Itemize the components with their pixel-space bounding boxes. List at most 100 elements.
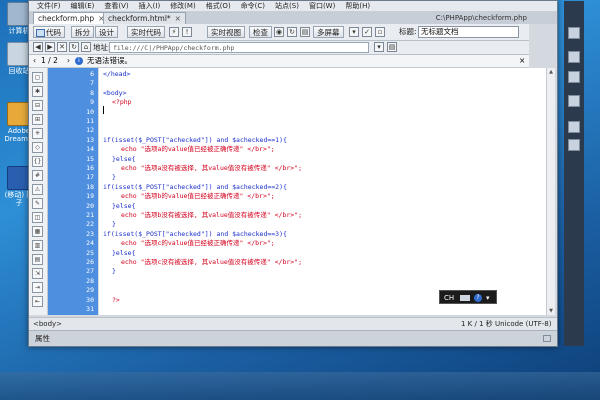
- panel-menu-icon[interactable]: [543, 335, 551, 342]
- code-line: }: [112, 173, 116, 182]
- refresh-icon[interactable]: ↻: [287, 27, 297, 37]
- files-panel-icon[interactable]: [568, 51, 580, 63]
- balance-braces-icon[interactable]: {}: [32, 156, 43, 167]
- outdent-icon[interactable]: ⇤: [32, 296, 43, 307]
- code-line: </head>: [103, 70, 131, 78]
- code-line: <?php: [112, 98, 132, 107]
- code-line: }else{: [112, 154, 136, 163]
- keyboard-icon: [460, 295, 470, 301]
- document-title-input[interactable]: 无标题文档: [418, 26, 519, 38]
- menu-window[interactable]: 窗口(W): [309, 1, 335, 11]
- language-bar[interactable]: CH ? ▾: [439, 290, 497, 304]
- line-number: 18: [86, 182, 94, 191]
- menu-format[interactable]: 格式(O): [206, 1, 231, 11]
- address-options-icon[interactable]: ▤: [387, 42, 397, 52]
- line-number: 17: [86, 173, 94, 182]
- language-label: CH: [444, 294, 455, 302]
- properties-label[interactable]: 属性: [35, 331, 50, 346]
- line-number: 29: [86, 286, 94, 295]
- back-icon[interactable]: ◀: [33, 42, 43, 52]
- forward-icon[interactable]: ▶: [45, 42, 55, 52]
- menu-help[interactable]: 帮助(H): [345, 1, 370, 11]
- menu-file[interactable]: 文件(F): [37, 1, 61, 11]
- design-view-button[interactable]: 设计: [95, 26, 118, 38]
- warning-icon[interactable]: !: [182, 27, 192, 37]
- code-view-button[interactable]: 代码: [33, 26, 65, 38]
- live-view-button[interactable]: 实时视图: [207, 26, 245, 38]
- scroll-up-icon[interactable]: ▲: [548, 69, 554, 75]
- highlight-invalid-code-icon[interactable]: ⚠: [32, 184, 43, 195]
- close-icon[interactable]: ×: [175, 14, 181, 23]
- tab-checkform-html[interactable]: checkform.html* ×: [103, 12, 186, 24]
- open-documents-icon[interactable]: ▢: [32, 72, 43, 83]
- view-options-icon[interactable]: ▤: [300, 27, 310, 37]
- vertical-scrollbar[interactable]: ▲ ▼: [546, 68, 555, 315]
- remove-comment-icon[interactable]: ▦: [32, 226, 43, 237]
- network-icon[interactable]: ⚡: [169, 27, 179, 37]
- prev-icon[interactable]: ‹: [33, 55, 36, 67]
- ap-elements-icon[interactable]: [568, 121, 580, 133]
- line-number: 14: [86, 145, 94, 154]
- options-icon[interactable]: ▾: [486, 291, 490, 305]
- code-line: if(isset($_POST["achecked"]) and $acheck…: [103, 135, 287, 144]
- chevron-down-icon[interactable]: ▾: [374, 42, 384, 52]
- apply-comment-icon[interactable]: ◫: [32, 212, 43, 223]
- indent-icon[interactable]: ⇥: [32, 282, 43, 293]
- stop-icon[interactable]: ✕: [57, 42, 67, 52]
- properties-panel: 属性: [29, 330, 557, 346]
- live-code-button[interactable]: 实时代码: [127, 26, 165, 38]
- close-icon[interactable]: ×: [519, 55, 525, 67]
- line-numbers-icon[interactable]: #: [32, 170, 43, 181]
- address-input[interactable]: file:///C|/PHPApp/checkform.php: [109, 42, 369, 53]
- tab-label: checkform.php: [38, 14, 95, 23]
- tab-checkform-php[interactable]: checkform.php ×: [33, 12, 110, 24]
- code-line: if(isset($_POST["achecked"]) and $acheck…: [103, 182, 287, 191]
- css-styles-icon[interactable]: [568, 95, 580, 107]
- menu-view[interactable]: 查看(V): [104, 1, 128, 11]
- next-icon[interactable]: ›: [67, 55, 70, 67]
- document-icon[interactable]: ▫: [375, 27, 385, 37]
- refresh-icon[interactable]: ↻: [69, 42, 79, 52]
- menu-insert[interactable]: 插入(I): [139, 1, 161, 11]
- line-number: 26: [86, 258, 94, 266]
- checkmark-icon[interactable]: ✓: [362, 27, 372, 37]
- collapse-tag-icon[interactable]: ⊟: [32, 100, 43, 111]
- code-editor[interactable]: </head> <body> <?php if(isset($_POST["achec…: [99, 68, 554, 315]
- wrap-tag-icon[interactable]: ▥: [32, 240, 43, 251]
- inspect-button[interactable]: 检查: [249, 26, 272, 38]
- insert-panel-icon[interactable]: [568, 27, 580, 39]
- snippets-icon[interactable]: [568, 139, 580, 151]
- line-number: 16: [86, 164, 94, 172]
- line-number: 6: [90, 70, 94, 78]
- move-css-icon[interactable]: ⇲: [32, 268, 43, 279]
- tag-selector[interactable]: <body>: [33, 318, 62, 330]
- select-parent-tag-icon[interactable]: ◇: [32, 142, 43, 153]
- syntax-message: 无语法错误。: [87, 56, 132, 65]
- chevron-down-icon[interactable]: ▾: [349, 27, 359, 37]
- show-code-navigator-icon[interactable]: ✱: [32, 86, 43, 97]
- line-number: 19: [86, 192, 94, 201]
- menu-edit[interactable]: 编辑(E): [71, 1, 95, 11]
- menu-site[interactable]: 站点(S): [275, 1, 299, 11]
- help-icon[interactable]: ?: [474, 294, 482, 302]
- collapse-selection-icon[interactable]: ⊞: [32, 114, 43, 125]
- recent-snippets-icon[interactable]: ▤: [32, 254, 43, 265]
- line-number: 24: [86, 239, 94, 248]
- document-toolbar: 代码 拆分 设计 实时代码 ⚡ ! 实时视图 检查 ◉ ↻ ▤ 多屏幕 ▾ ✓ …: [29, 24, 529, 41]
- info-icon: i: [75, 57, 83, 65]
- desktop-icon-label: 计算机: [8, 27, 30, 35]
- assets-panel-icon[interactable]: [568, 71, 580, 83]
- menu-modify[interactable]: 修改(M): [170, 1, 196, 11]
- preview-icon[interactable]: ◉: [274, 27, 284, 37]
- info-bar: ‹ 1 / 2 › i 无语法错误。 ×: [29, 55, 529, 68]
- line-number: 22: [86, 220, 94, 229]
- line-number: 21: [86, 211, 94, 219]
- scroll-down-icon[interactable]: ▼: [548, 308, 554, 314]
- home-icon[interactable]: ⌂: [81, 42, 91, 52]
- expand-all-icon[interactable]: ✳: [32, 128, 43, 139]
- menu-commands[interactable]: 命令(C): [241, 1, 265, 11]
- syntax-error-icon[interactable]: ✎: [32, 198, 43, 209]
- line-number: 27: [86, 267, 94, 276]
- split-view-button[interactable]: 拆分: [71, 26, 94, 38]
- multi-screen-button[interactable]: 多屏幕: [313, 26, 344, 38]
